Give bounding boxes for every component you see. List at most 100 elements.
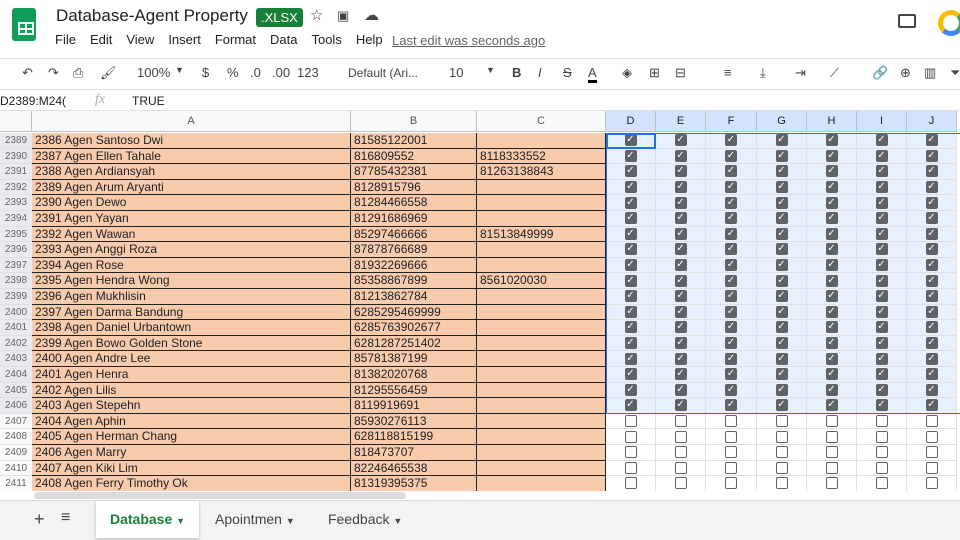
checkbox[interactable] <box>725 415 737 428</box>
checkbox[interactable]: ✓ <box>725 149 737 162</box>
checkbox[interactable]: ✓ <box>775 352 788 365</box>
cell-c[interactable] <box>477 476 606 491</box>
checkbox[interactable]: ✓ <box>775 196 788 209</box>
merge-cells-icon[interactable]: ⊟ <box>675 65 686 81</box>
checkbox[interactable]: ✓ <box>775 368 788 381</box>
checkbox-cell[interactable]: ✓ <box>606 179 656 196</box>
checkbox[interactable]: ✓ <box>875 212 888 225</box>
row-header[interactable]: 2399 <box>0 289 32 305</box>
checkbox[interactable]: ✓ <box>674 149 687 162</box>
checkbox-cell[interactable] <box>606 460 656 477</box>
cell-b[interactable]: 6281287251402 <box>351 335 477 352</box>
checkbox-cell[interactable]: ✓ <box>807 335 857 352</box>
checkbox[interactable]: ✓ <box>725 181 737 194</box>
column-header-j[interactable]: J <box>907 111 957 132</box>
checkbox-cell[interactable]: ✓ <box>606 195 656 211</box>
checkbox-cell[interactable] <box>606 445 656 461</box>
checkbox[interactable]: ✓ <box>624 243 637 256</box>
checkbox-cell[interactable] <box>807 413 857 430</box>
checkbox-cell[interactable]: ✓ <box>706 242 757 258</box>
checkbox-cell[interactable]: ✓ <box>857 335 907 352</box>
checkbox-cell[interactable]: ✓ <box>706 351 757 367</box>
chevron-down-icon[interactable]: ▼ <box>175 65 184 75</box>
cell-c[interactable]: 81513849999 <box>477 226 606 243</box>
cell-b[interactable]: 6285295469999 <box>351 304 477 321</box>
checkbox[interactable]: ✓ <box>925 337 938 350</box>
cell-c[interactable] <box>477 133 606 149</box>
checkbox[interactable]: ✓ <box>875 149 888 162</box>
checkbox-cell[interactable] <box>907 460 957 477</box>
checkbox-cell[interactable]: ✓ <box>857 289 907 305</box>
checkbox-cell[interactable] <box>757 413 807 430</box>
checkbox[interactable]: ✓ <box>825 227 838 240</box>
checkbox-cell[interactable]: ✓ <box>706 164 757 180</box>
select-all-corner[interactable] <box>0 111 32 132</box>
checkbox[interactable]: ✓ <box>925 368 938 381</box>
checkbox[interactable] <box>825 477 838 490</box>
link-icon[interactable]: 🔗 <box>872 65 888 81</box>
checkbox-cell[interactable] <box>656 413 706 430</box>
print-icon[interactable]: ⎙ <box>73 65 83 81</box>
checkbox-cell[interactable]: ✓ <box>807 351 857 367</box>
checkbox-cell[interactable] <box>656 476 706 491</box>
checkbox[interactable]: ✓ <box>725 165 737 178</box>
checkbox[interactable] <box>925 415 938 428</box>
checkbox-cell[interactable]: ✓ <box>656 273 706 289</box>
checkbox[interactable]: ✓ <box>775 383 788 396</box>
checkbox-cell[interactable]: ✓ <box>907 351 957 367</box>
checkbox-cell[interactable]: ✓ <box>656 351 706 367</box>
checkbox-cell[interactable] <box>857 460 907 477</box>
checkbox-cell[interactable] <box>706 413 757 430</box>
checkbox-cell[interactable]: ✓ <box>606 226 656 243</box>
checkbox[interactable]: ✓ <box>674 321 687 334</box>
checkbox[interactable]: ✓ <box>674 337 687 350</box>
row-header[interactable]: 2408 <box>0 429 32 445</box>
checkbox[interactable]: ✓ <box>825 337 838 350</box>
checkbox[interactable]: ✓ <box>624 352 637 365</box>
checkbox-cell[interactable] <box>857 413 907 430</box>
checkbox[interactable]: ✓ <box>925 196 938 209</box>
redo-icon[interactable]: ↷ <box>48 65 59 81</box>
chevron-down-icon[interactable]: ▼ <box>176 516 185 526</box>
checkbox-cell[interactable]: ✓ <box>757 226 807 243</box>
chart-icon[interactable]: ▥ <box>924 65 936 81</box>
checkbox[interactable]: ✓ <box>875 290 888 303</box>
checkbox-cell[interactable]: ✓ <box>757 179 807 196</box>
cell-a[interactable]: 2387 Agen Ellen Tahale <box>32 148 351 165</box>
cell-a[interactable]: 2402 Agen Lilis <box>32 382 351 399</box>
checkbox[interactable] <box>875 461 888 474</box>
column-header-b[interactable]: B <box>351 111 477 132</box>
checkbox[interactable]: ✓ <box>674 259 687 272</box>
checkbox[interactable]: ✓ <box>674 243 687 256</box>
checkbox-cell[interactable]: ✓ <box>706 195 757 211</box>
checkbox[interactable]: ✓ <box>624 383 637 396</box>
cell-a[interactable]: 2392 Agen Wawan <box>32 226 351 243</box>
checkbox-cell[interactable]: ✓ <box>857 304 907 321</box>
meet-icon[interactable] <box>938 10 960 36</box>
cell-c[interactable] <box>477 429 606 445</box>
cell-b[interactable]: 82246465538 <box>351 460 477 477</box>
checkbox-cell[interactable]: ✓ <box>606 367 656 383</box>
checkbox[interactable] <box>624 415 637 428</box>
checkbox[interactable]: ✓ <box>825 149 838 162</box>
cell-c[interactable] <box>477 242 606 258</box>
checkbox-cell[interactable] <box>807 476 857 491</box>
cell-b[interactable]: 81585122001 <box>351 133 477 149</box>
text-color-button[interactable]: A <box>588 65 597 83</box>
checkbox[interactable]: ✓ <box>775 243 788 256</box>
checkbox-cell[interactable]: ✓ <box>606 242 656 258</box>
cell-c[interactable]: 8561020030 <box>477 273 606 289</box>
checkbox-cell[interactable]: ✓ <box>857 133 907 149</box>
checkbox-cell[interactable]: ✓ <box>706 273 757 289</box>
checkbox-cell[interactable]: ✓ <box>907 164 957 180</box>
checkbox-cell[interactable] <box>907 476 957 491</box>
checkbox-cell[interactable]: ✓ <box>807 320 857 336</box>
cell-a[interactable]: 2395 Agen Hendra Wong <box>32 273 351 289</box>
menu-tools[interactable]: Tools <box>311 32 341 47</box>
cell-c[interactable] <box>477 460 606 477</box>
checkbox[interactable] <box>725 430 737 443</box>
checkbox[interactable] <box>624 446 637 459</box>
checkbox-cell[interactable]: ✓ <box>907 242 957 258</box>
tab-apointmen[interactable]: Apointmen ▼ <box>201 501 309 538</box>
checkbox[interactable]: ✓ <box>875 321 888 334</box>
